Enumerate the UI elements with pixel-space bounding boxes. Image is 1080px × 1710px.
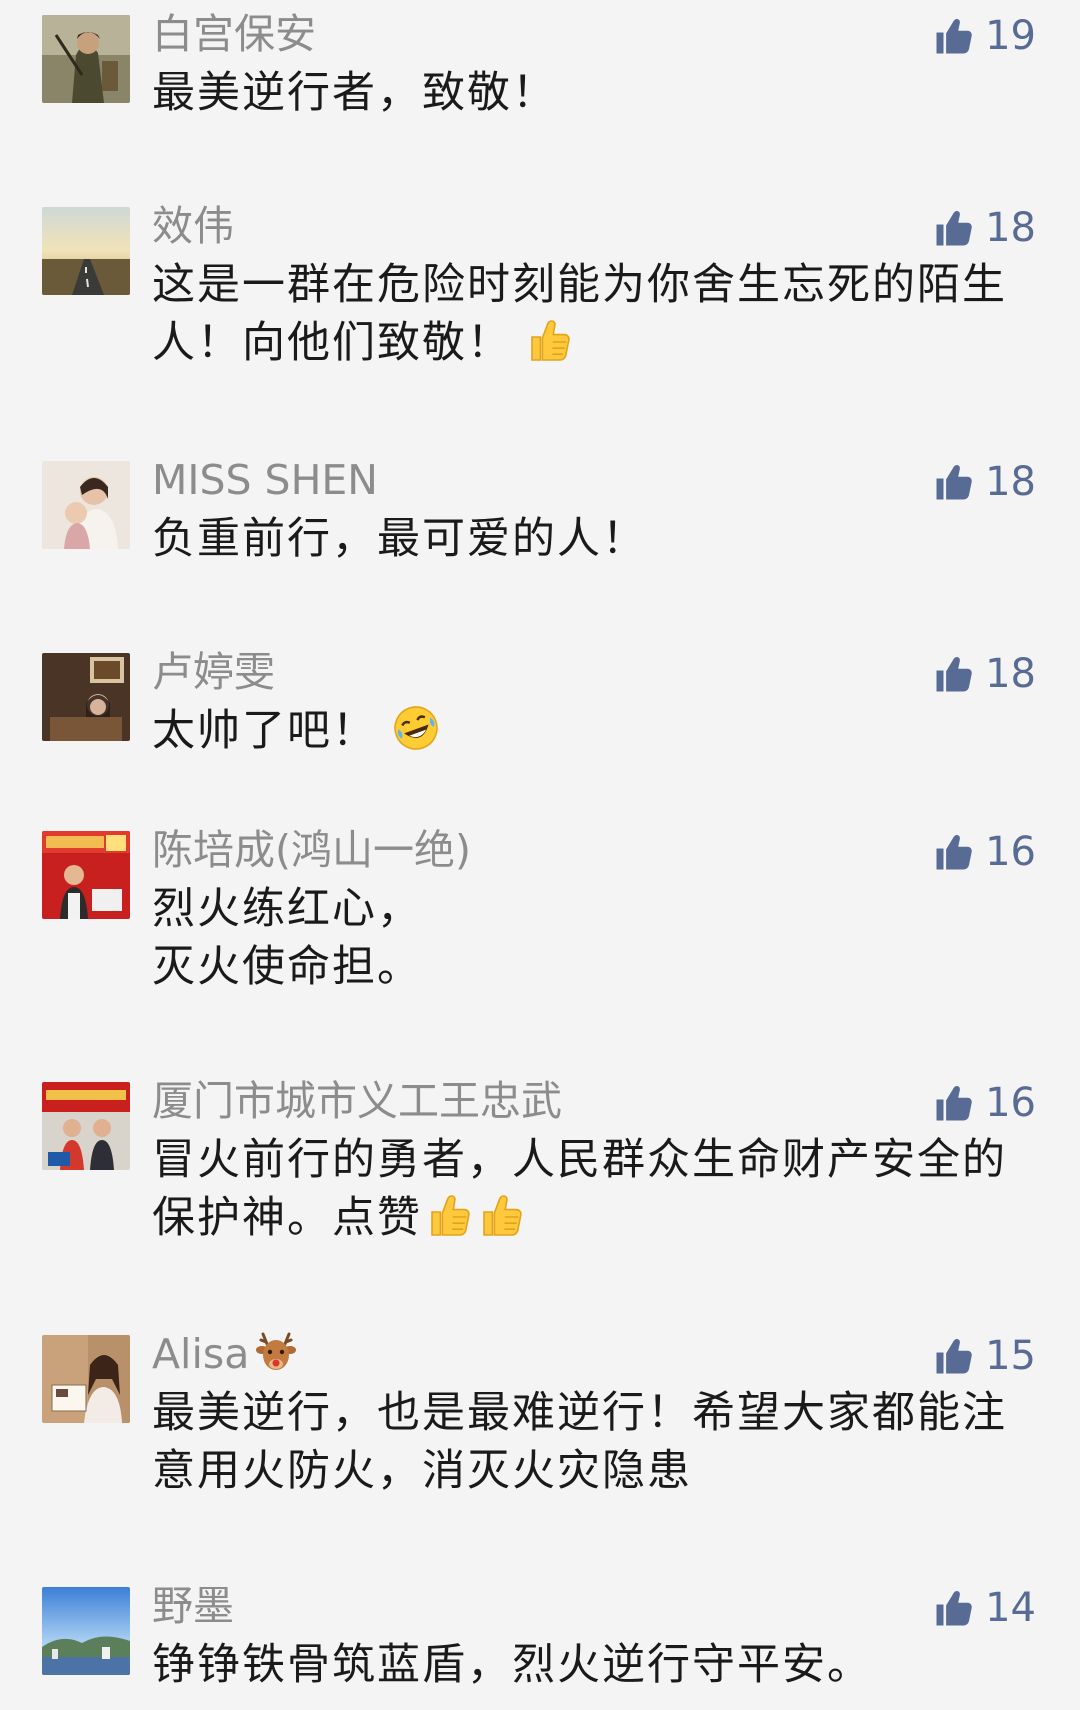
avatar[interactable] xyxy=(42,1587,130,1675)
comment-line-text: 保护神。点赞 xyxy=(152,1193,422,1243)
thumbs-up-icon xyxy=(933,15,975,57)
like-button[interactable]: 19 xyxy=(933,10,1036,62)
nickname[interactable]: 野墨 xyxy=(152,1578,234,1634)
avatar[interactable] xyxy=(42,1082,130,1170)
comment-text: 负重前行，最可爱的人！ xyxy=(152,510,1012,568)
comment-line-text: 人！向他们致敬！ xyxy=(152,318,512,368)
laughing-crying-emoji-icon xyxy=(394,706,438,750)
thumbs-up-icon xyxy=(933,1082,975,1124)
comment-text: 铮铮铁骨筑蓝盾，烈火逆行守平安。 xyxy=(152,1636,1012,1694)
comment-text: 最美逆行，也是最难逆行！希望大家都能注 意用火防火，消灭火灾隐患 xyxy=(152,1384,1012,1500)
avatar[interactable] xyxy=(42,831,130,919)
like-button[interactable]: 15 xyxy=(933,1330,1036,1382)
nickname[interactable]: 厦门市城市义工王忠武 xyxy=(152,1073,562,1129)
like-count: 15 xyxy=(985,1333,1036,1379)
avatar[interactable] xyxy=(42,461,130,549)
comment-line-text: 太帅了吧！ xyxy=(152,706,377,756)
comment-line: 这是一群在危险时刻能为你舍生忘死的陌生 xyxy=(152,260,1007,310)
like-count: 16 xyxy=(985,829,1036,875)
comment-text: 最美逆行者，致敬！ xyxy=(152,64,1012,122)
comment-line: 太帅了吧！ xyxy=(152,702,1012,760)
like-button[interactable]: 14 xyxy=(933,1582,1036,1634)
thumbs-up-icon xyxy=(933,1587,975,1629)
nickname[interactable]: Alisa xyxy=(152,1326,299,1382)
like-button[interactable]: 18 xyxy=(933,202,1036,254)
nickname[interactable]: MISS SHEN xyxy=(152,452,378,508)
comment-line: 最美逆行，也是最难逆行！希望大家都能注 xyxy=(152,1388,1007,1438)
thumbs-up-icon xyxy=(933,831,975,873)
like-count: 18 xyxy=(985,651,1036,697)
comment-line: 负重前行，最可爱的人！ xyxy=(152,514,647,564)
thumbs-up-icon xyxy=(933,207,975,249)
deer-emoji-icon xyxy=(256,1332,297,1370)
comment-line: 最美逆行者，致敬！ xyxy=(152,68,557,118)
comment-text: 这是一群在危险时刻能为你舍生忘死的陌生 人！向他们致敬！ xyxy=(152,256,1012,372)
avatar[interactable] xyxy=(42,653,130,741)
comment-text: 冒火前行的勇者，人民群众生命财产安全的 保护神。点赞 xyxy=(152,1131,1012,1247)
like-count: 14 xyxy=(985,1585,1036,1631)
like-count: 19 xyxy=(985,13,1036,59)
comment-line: 烈火练红心， xyxy=(152,884,422,934)
nickname[interactable]: 陈培成(鸿山一绝) xyxy=(152,822,471,878)
comment-line: 灭火使命担。 xyxy=(152,942,422,992)
thumbs-up-emoji-icon xyxy=(426,1192,474,1240)
nickname[interactable]: 卢婷雯 xyxy=(152,644,275,700)
like-button[interactable]: 16 xyxy=(933,1077,1036,1129)
comment-line: 铮铮铁骨筑蓝盾，烈火逆行守平安。 xyxy=(152,1640,872,1690)
nickname[interactable]: 白宫保安 xyxy=(152,6,316,62)
comment-line: 冒火前行的勇者，人民群众生命财产安全的 xyxy=(152,1135,1007,1185)
avatar[interactable] xyxy=(42,1335,130,1423)
thumbs-up-emoji-icon xyxy=(478,1192,526,1240)
like-button[interactable]: 18 xyxy=(933,648,1036,700)
thumbs-up-emoji-icon xyxy=(526,317,574,365)
avatar[interactable] xyxy=(42,15,130,103)
comment-text: 太帅了吧！ xyxy=(152,702,1012,760)
comment-line: 人！向他们致敬！ xyxy=(152,314,1012,372)
comment-line: 意用火防火，消灭火灾隐患 xyxy=(152,1446,692,1496)
like-count: 18 xyxy=(985,205,1036,251)
comment-list: 白宫保安 19 最美逆行者，致敬！ 效伟 18 这是一群在危险时刻能为你舍生忘死… xyxy=(0,0,1080,1710)
thumbs-up-icon xyxy=(933,653,975,695)
like-button[interactable]: 18 xyxy=(933,456,1036,508)
nickname[interactable]: 效伟 xyxy=(152,198,234,254)
like-button[interactable]: 16 xyxy=(933,826,1036,878)
thumbs-up-icon xyxy=(933,1335,975,1377)
thumbs-up-icon xyxy=(933,461,975,503)
avatar[interactable] xyxy=(42,207,130,295)
comment-text: 烈火练红心， 灭火使命担。 xyxy=(152,880,1012,996)
comment-line: 保护神。点赞 xyxy=(152,1189,1012,1247)
like-count: 18 xyxy=(985,459,1036,505)
like-count: 16 xyxy=(985,1080,1036,1126)
nickname-text: Alisa xyxy=(152,1330,250,1378)
